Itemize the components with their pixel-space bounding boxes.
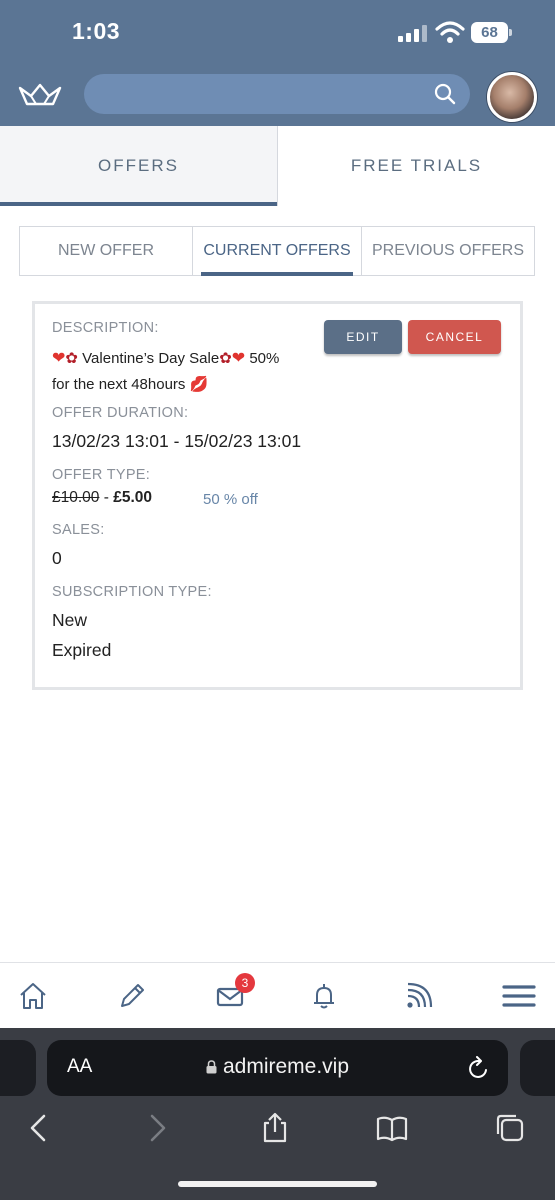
signal-icon [398, 24, 428, 42]
search-input[interactable] [84, 74, 470, 114]
offer-description: ❤✿ Valentine’s Day Sale✿❤ 50% for the ne… [52, 346, 342, 398]
bookmarks-icon[interactable] [376, 1112, 408, 1144]
kiss-emoji-icon: 💋 [189, 376, 209, 393]
rose-emoji-icon: ✿ [219, 350, 232, 367]
offer-duration: 13/02/23 13:01 - 15/02/23 13:01 [52, 431, 302, 451]
forward-icon[interactable] [140, 1112, 172, 1144]
user-avatar[interactable] [487, 72, 537, 122]
next-tab-preview[interactable] [520, 1040, 555, 1096]
menu-icon[interactable] [502, 981, 536, 1011]
battery-level: 68 [471, 22, 508, 43]
lock-icon [206, 1060, 217, 1074]
address-bar[interactable]: AA admireme.vip [47, 1040, 508, 1096]
subscription-type-new: New [52, 610, 88, 630]
offer-card: DESCRIPTION: ❤✿ Valentine’s Day Sale✿❤ 5… [32, 301, 523, 690]
subtab-new-offer[interactable]: NEW OFFER [20, 227, 192, 275]
discount-label: 50 % off [203, 491, 258, 508]
heart-emoji-icon: ❤ [231, 350, 246, 367]
description-line2: for the next 48hours [52, 376, 186, 393]
status-time: 1:03 [72, 18, 121, 44]
offer-sub-tabs: NEW OFFER CURRENT OFFERS PREVIOUS OFFERS [19, 226, 535, 276]
description-line1: Valentine’s Day Sale [82, 350, 220, 367]
share-icon[interactable] [259, 1112, 291, 1144]
url-text: admireme.vip [222, 1055, 350, 1078]
subscription-type-expired: Expired [52, 640, 112, 660]
tabs-icon[interactable] [494, 1112, 526, 1144]
url-display[interactable]: admireme.vip [47, 1055, 508, 1079]
tab-offers[interactable]: OFFERS [0, 126, 277, 206]
edit-button[interactable]: EDIT [324, 320, 402, 354]
offer-type-label: OFFER TYPE: [52, 467, 151, 483]
sales-label: SALES: [52, 522, 105, 538]
home-indicator[interactable] [178, 1181, 377, 1187]
battery-icon: 68 [471, 22, 513, 43]
previous-tab-preview[interactable] [0, 1040, 36, 1096]
top-header: 1:03 68 [0, 0, 555, 126]
rose-emoji-icon: ✿ [65, 350, 78, 367]
crown-logo-icon[interactable] [18, 82, 62, 108]
price-new: £5.00 [113, 489, 152, 506]
browser-chrome: AA admireme.vip [0, 1028, 555, 1200]
description-percent: 50% [249, 350, 280, 367]
back-icon[interactable] [24, 1112, 56, 1144]
bell-icon[interactable] [309, 981, 339, 1011]
subscription-type-label: SUBSCRIPTION TYPE: [52, 584, 212, 600]
reload-icon[interactable] [468, 1056, 490, 1080]
pencil-icon[interactable] [117, 981, 147, 1011]
search-icon[interactable] [434, 83, 456, 105]
subtab-current-offers[interactable]: CURRENT OFFERS [192, 227, 362, 276]
offer-price: £10.00 - £5.00 [52, 489, 152, 507]
mail-badge: 3 [235, 973, 255, 993]
description-label: DESCRIPTION: [52, 320, 159, 336]
feed-icon[interactable] [404, 981, 434, 1011]
subtab-previous-offers[interactable]: PREVIOUS OFFERS [362, 227, 534, 275]
tab-free-trials[interactable]: FREE TRIALS [277, 126, 555, 206]
price-separator: - [99, 489, 114, 506]
duration-label: OFFER DURATION: [52, 405, 189, 421]
bottom-nav: 3 [0, 962, 555, 1028]
heart-emoji-icon: ❤ [52, 350, 66, 367]
home-icon[interactable] [18, 981, 48, 1011]
main-tabs: OFFERS FREE TRIALS [0, 126, 555, 206]
sales-count: 0 [52, 548, 62, 568]
price-old: £10.00 [52, 489, 100, 506]
wifi-icon [435, 21, 465, 43]
cancel-button[interactable]: CANCEL [408, 320, 501, 354]
